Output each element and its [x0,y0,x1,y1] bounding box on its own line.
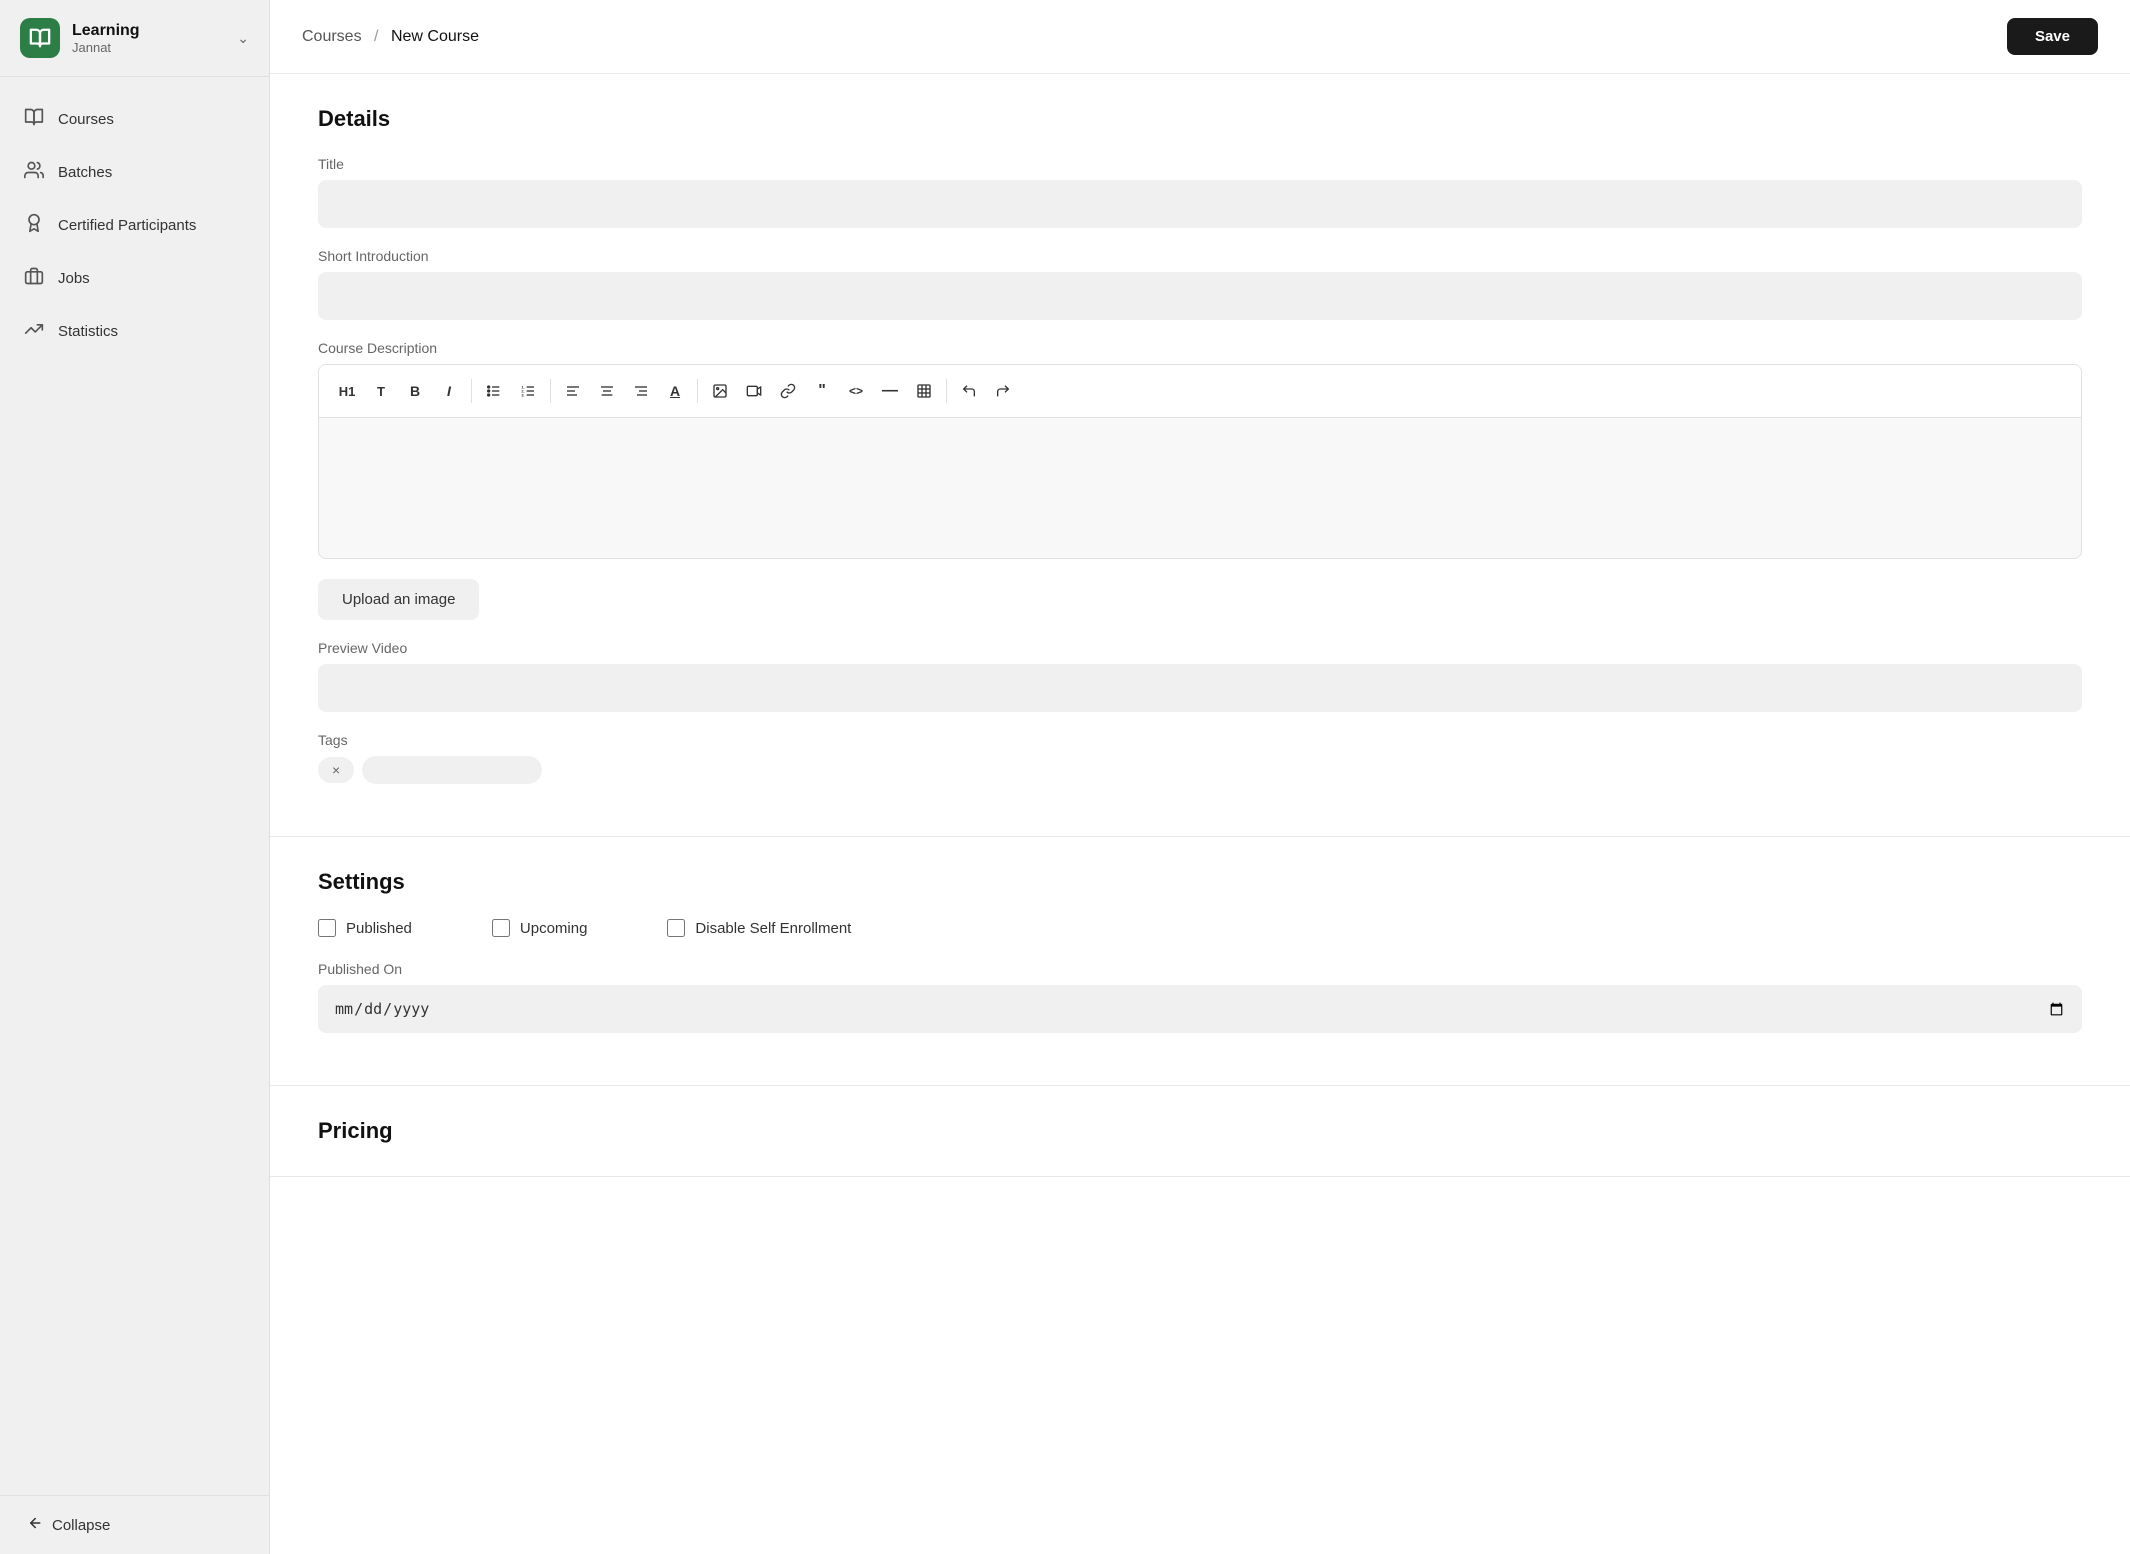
brand-name: Learning [72,22,140,40]
sidebar-item-jobs-label: Jobs [58,270,90,287]
toolbar-hr[interactable]: — [874,375,906,407]
pricing-section: Pricing [270,1086,2130,1177]
details-section: Details Title Short Introduction Course … [270,74,2130,837]
sidebar-item-batches[interactable]: Batches [0,146,269,199]
toolbar-underline[interactable]: A [659,375,691,407]
collapse-icon [24,1514,42,1536]
toolbar-bold[interactable]: B [399,375,431,407]
chart-icon [24,319,44,344]
toolbar-quote[interactable]: " [806,375,838,407]
published-checkbox-label[interactable]: Published [318,919,412,937]
main-area: Courses / New Course Save Details Title … [270,0,2130,1554]
sidebar-header: Learning Jannat ⌄ [0,0,269,77]
published-on-group: Published On [318,961,2082,1033]
toolbar-divider-2 [550,379,551,403]
toolbar-italic[interactable]: I [433,375,465,407]
brand-user: Jannat [72,40,140,55]
upload-image-button[interactable]: Upload an image [318,579,479,620]
title-input[interactable] [318,180,2082,228]
title-label: Title [318,156,2082,172]
sidebar-item-statistics-label: Statistics [58,323,118,340]
toolbar-undo[interactable] [953,375,985,407]
toolbar-code[interactable]: <> [840,375,872,407]
published-on-label: Published On [318,961,2082,977]
breadcrumb: Courses / New Course [302,28,479,46]
sidebar: Learning Jannat ⌄ Courses Batches Certif… [0,0,270,1554]
published-label: Published [346,920,412,937]
toolbar-divider-3 [697,379,698,403]
save-button[interactable]: Save [2007,18,2098,55]
published-on-input[interactable] [318,985,2082,1033]
sidebar-item-courses[interactable]: Courses [0,93,269,146]
editor-body[interactable] [319,418,2081,558]
svg-text:3.: 3. [521,392,524,397]
book-icon [24,107,44,132]
sidebar-item-certified-participants[interactable]: Certified Participants [0,199,269,252]
toolbar-h1[interactable]: H1 [331,375,363,407]
tag-remove-button[interactable]: × [332,763,340,777]
toolbar-redo[interactable] [987,375,1019,407]
disable-self-enrollment-checkbox-label[interactable]: Disable Self Enrollment [667,919,851,937]
sidebar-nav: Courses Batches Certified Participants J… [0,77,269,1495]
tags-container: × [318,756,2082,784]
preview-video-input[interactable] [318,664,2082,712]
settings-checkboxes: Published Upcoming Disable Self Enrollme… [318,919,2082,937]
toolbar-link[interactable] [772,375,804,407]
toolbar-divider-1 [471,379,472,403]
brand-icon [20,18,60,58]
tag-item: × [318,757,354,783]
sidebar-item-jobs[interactable]: Jobs [0,252,269,305]
briefcase-icon [24,266,44,291]
short-intro-group: Short Introduction [318,248,2082,320]
settings-title: Settings [318,869,2082,895]
upcoming-label: Upcoming [520,920,588,937]
sidebar-item-statistics[interactable]: Statistics [0,305,269,358]
users-icon [24,160,44,185]
tags-label: Tags [318,732,2082,748]
upcoming-checkbox[interactable] [492,919,510,937]
toolbar-align-right[interactable] [625,375,657,407]
toolbar-align-left[interactable] [557,375,589,407]
short-intro-input[interactable] [318,272,2082,320]
breadcrumb-current: New Course [391,28,479,45]
tag-input[interactable] [362,756,542,784]
chevron-down-icon[interactable]: ⌄ [237,30,249,47]
published-checkbox[interactable] [318,919,336,937]
sidebar-footer: Collapse [0,1495,269,1554]
breadcrumb-separator: / [374,28,378,45]
sidebar-item-certified-label: Certified Participants [58,217,196,234]
sidebar-item-courses-label: Courses [58,111,114,128]
short-intro-label: Short Introduction [318,248,2082,264]
disable-self-enrollment-label: Disable Self Enrollment [695,920,851,937]
rich-text-editor: H1 T B I 1.2.3. [318,364,2082,559]
brand: Learning Jannat [20,18,140,58]
toolbar-image[interactable] [704,375,736,407]
tags-group: Tags × [318,732,2082,784]
toolbar-divider-4 [946,379,947,403]
toolbar-table[interactable] [908,375,940,407]
settings-section: Settings Published Upcoming Disable Self… [270,837,2130,1086]
collapse-button[interactable]: Collapse [24,1514,245,1536]
toolbar-align-center[interactable] [591,375,623,407]
collapse-label: Collapse [52,1517,110,1534]
toolbar-ordered-list[interactable]: 1.2.3. [512,375,544,407]
toolbar-bullet-list[interactable] [478,375,510,407]
pricing-title: Pricing [318,1118,2082,1144]
toolbar-text[interactable]: T [365,375,397,407]
topbar: Courses / New Course Save [270,0,2130,74]
disable-self-enrollment-checkbox[interactable] [667,919,685,937]
description-label: Course Description [318,340,2082,356]
sidebar-item-batches-label: Batches [58,164,112,181]
description-group: Course Description H1 T B I 1.2.3. [318,340,2082,559]
toolbar-video[interactable] [738,375,770,407]
preview-video-group: Preview Video [318,640,2082,712]
certificate-icon [24,213,44,238]
title-group: Title [318,156,2082,228]
content-area: Details Title Short Introduction Course … [270,74,2130,1554]
details-title: Details [318,106,2082,132]
preview-video-label: Preview Video [318,640,2082,656]
editor-toolbar: H1 T B I 1.2.3. [319,365,2081,418]
breadcrumb-root[interactable]: Courses [302,28,362,45]
upcoming-checkbox-label[interactable]: Upcoming [492,919,588,937]
